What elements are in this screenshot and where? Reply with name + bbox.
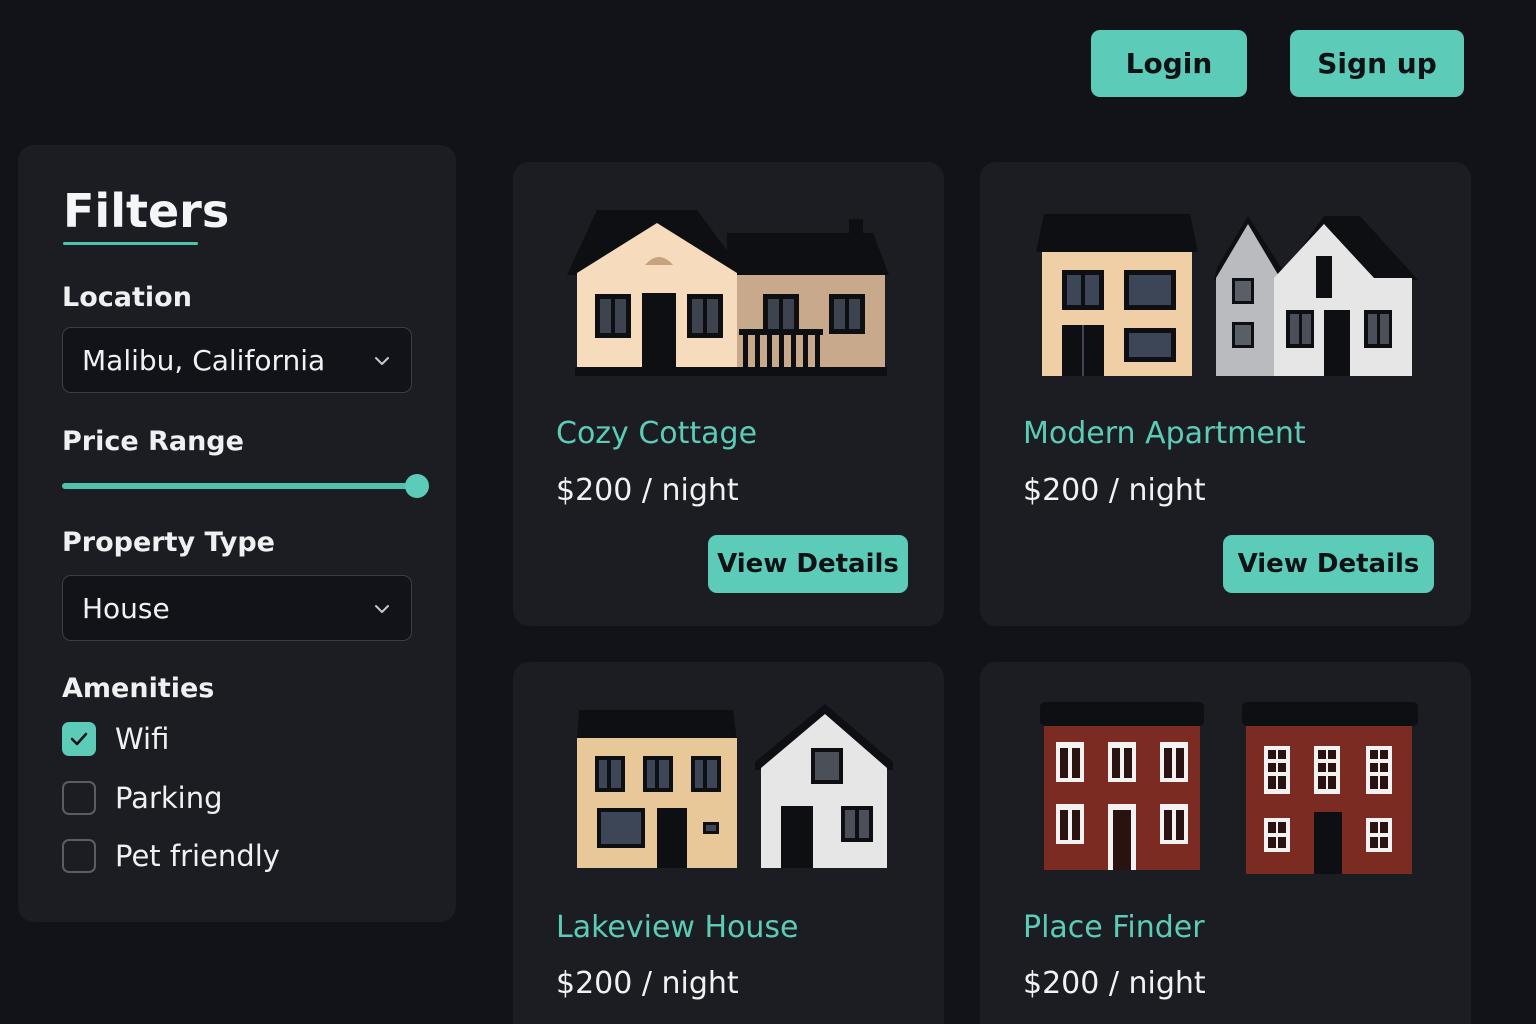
wifi-label: Wifi (115, 722, 170, 756)
location-value: Malibu, California (82, 343, 326, 377)
pet-friendly-checkbox[interactable] (62, 839, 96, 873)
apartment-illustration-icon (1036, 214, 1418, 376)
filters-title-underline (63, 242, 198, 245)
pet-friendly-label: Pet friendly (115, 839, 280, 873)
listing-card: Cozy Cottage $200 / night View Details (513, 162, 944, 626)
login-button[interactable]: Login (1091, 30, 1247, 97)
cottage-illustration-icon (567, 210, 889, 376)
listing-title[interactable]: Lakeview House (556, 910, 799, 945)
amenity-pet-friendly[interactable]: Pet friendly (62, 839, 280, 873)
listing-title[interactable]: Modern Apartment (1023, 416, 1306, 451)
slider-fill (62, 483, 417, 489)
wifi-checkbox[interactable] (62, 722, 96, 756)
parking-checkbox[interactable] (62, 781, 96, 815)
chevron-down-icon (375, 357, 389, 365)
property-type-label: Property Type (62, 527, 275, 558)
listing-title[interactable]: Place Finder (1023, 910, 1205, 945)
brick-townhouse-illustration-icon (1040, 702, 1418, 874)
location-select[interactable]: Malibu, California (62, 327, 412, 393)
property-type-select[interactable]: House (62, 575, 412, 641)
parking-label: Parking (115, 781, 223, 815)
listing-card: Modern Apartment $200 / night View Detai… (980, 162, 1471, 626)
price-range-slider[interactable] (62, 471, 429, 501)
check-icon (70, 732, 88, 746)
view-details-button[interactable]: View Details (1223, 535, 1434, 593)
listing-price: $200 / night (556, 473, 739, 508)
listing-price: $200 / night (1023, 966, 1206, 1001)
page: Login Sign up Filters Location Malibu, C… (0, 0, 1536, 1024)
amenities-label: Amenities (62, 673, 215, 704)
filters-title: Filters (63, 184, 230, 238)
listing-price: $200 / night (1023, 473, 1206, 508)
location-label: Location (62, 282, 192, 313)
header-actions: Login Sign up (1091, 30, 1464, 97)
chevron-down-icon (375, 605, 389, 613)
slider-thumb[interactable] (405, 474, 429, 498)
lakeview-illustration-icon (577, 704, 893, 868)
amenity-parking[interactable]: Parking (62, 781, 223, 815)
listing-title[interactable]: Cozy Cottage (556, 416, 757, 451)
filters-panel: Filters Location Malibu, California Pric… (18, 145, 456, 922)
view-details-button[interactable]: View Details (708, 535, 908, 593)
signup-button[interactable]: Sign up (1290, 30, 1464, 97)
price-range-label: Price Range (62, 426, 244, 457)
amenity-wifi[interactable]: Wifi (62, 722, 169, 756)
listing-card: Lakeview House $200 / night (513, 662, 944, 1024)
listing-price: $200 / night (556, 966, 739, 1001)
listing-card: Place Finder $200 / night (980, 662, 1471, 1024)
property-type-value: House (82, 591, 170, 625)
